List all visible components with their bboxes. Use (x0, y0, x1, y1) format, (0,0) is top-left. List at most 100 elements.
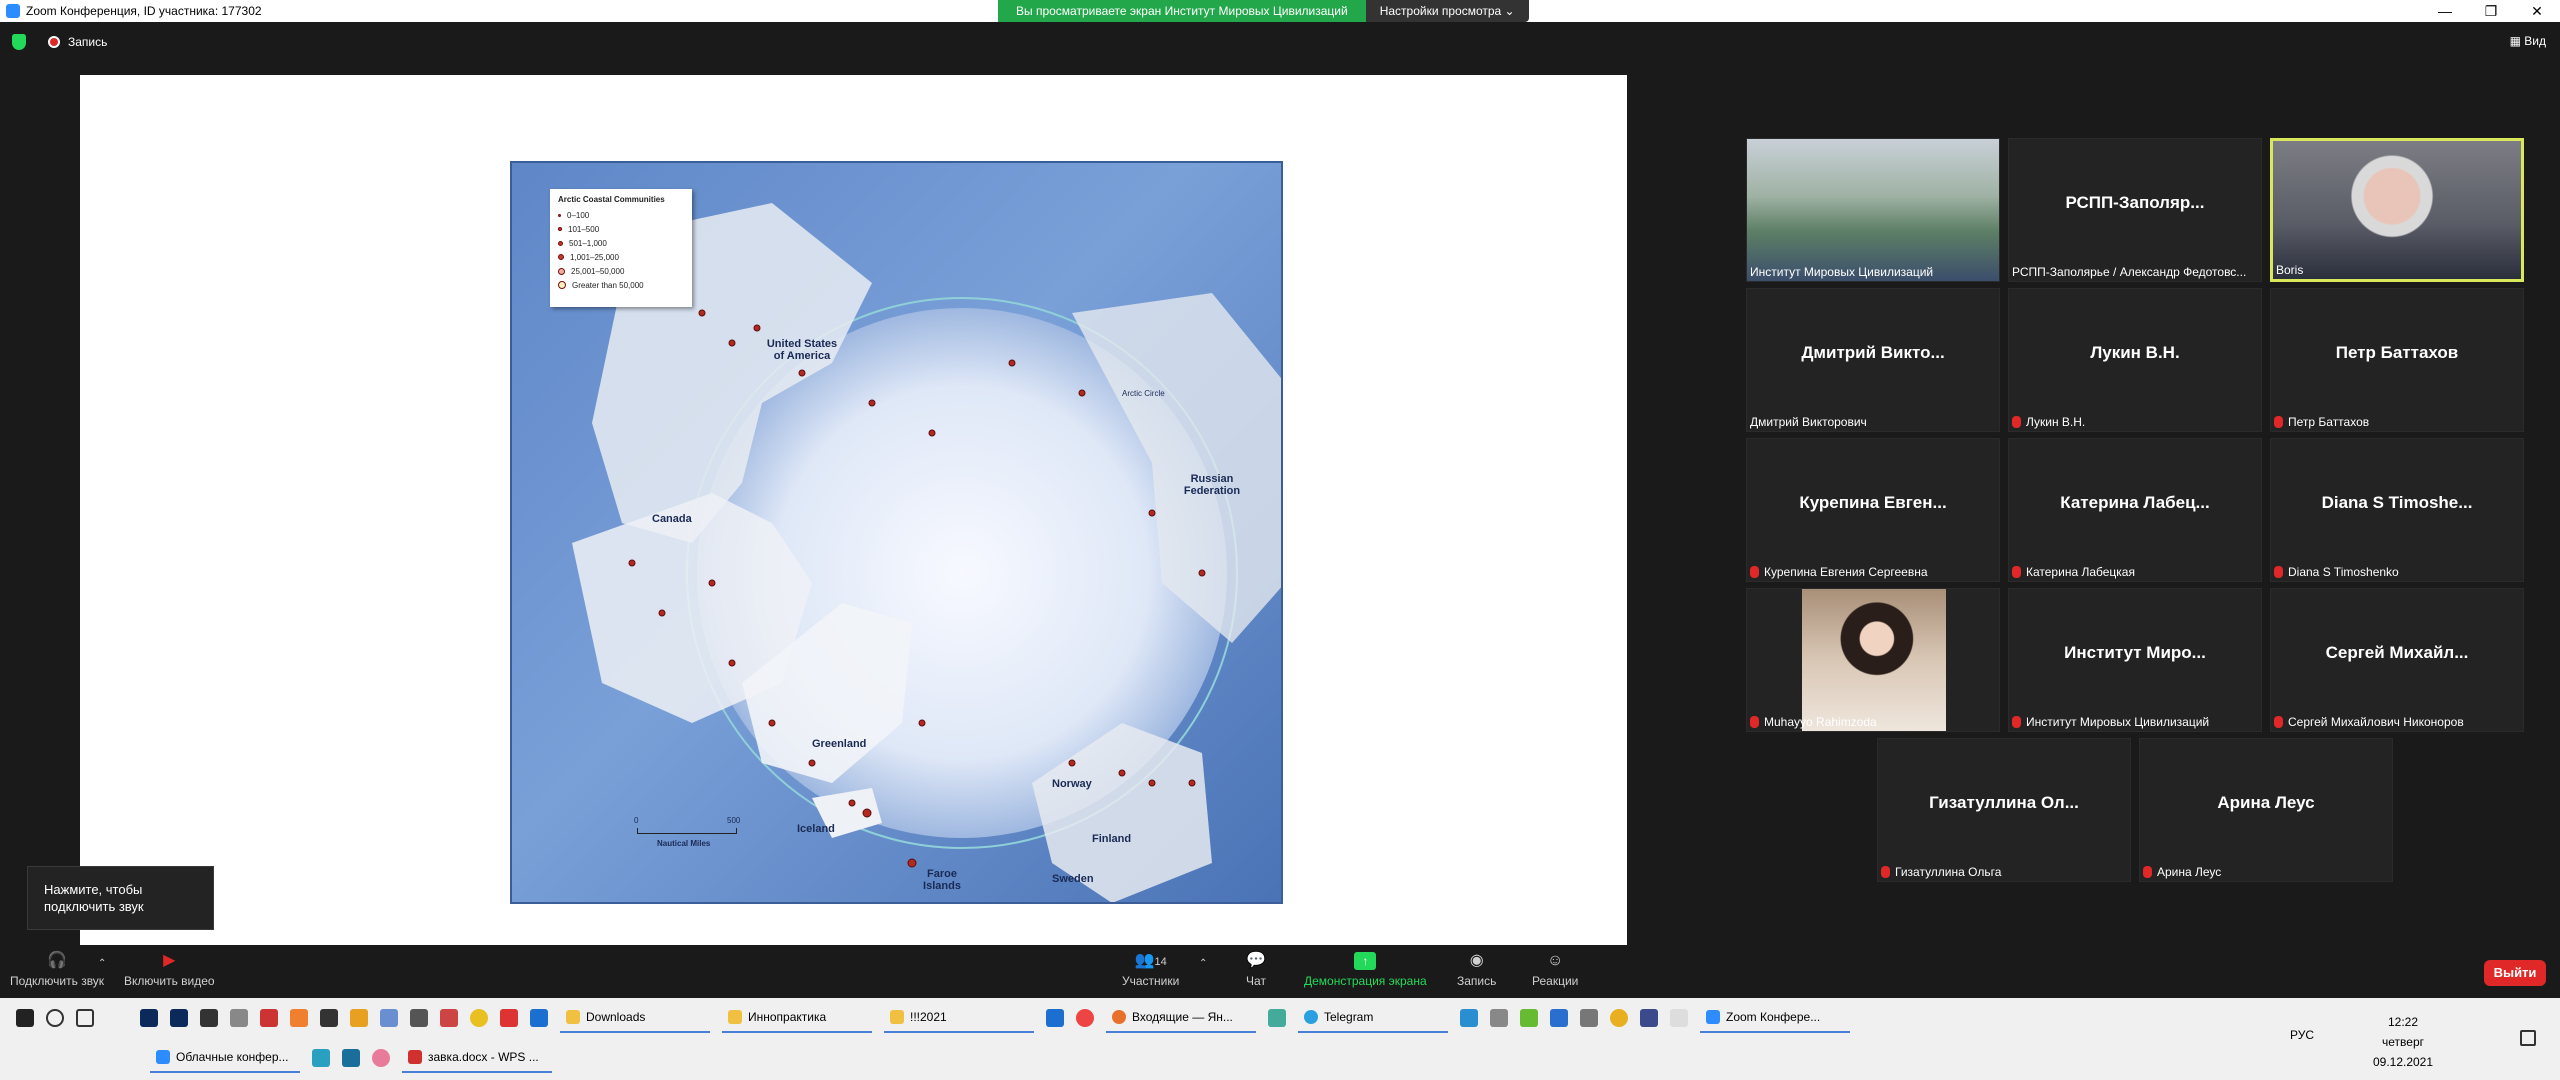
language-indicator[interactable]: РУС (2290, 1028, 2314, 1042)
record-button[interactable]: ◉ Запись (1457, 952, 1496, 988)
chat-icon: 💬 (1246, 952, 1266, 969)
photoshop-icon[interactable] (140, 1009, 158, 1027)
participants-caret[interactable]: ⌃ (1199, 958, 1207, 969)
participant-tile[interactable]: Сергей Михайл... Сергей Михайлович Никоно… (2270, 588, 2524, 732)
app-grid-icon[interactable] (342, 1049, 360, 1067)
participant-tile[interactable]: Институт Мировых Цивилизаций (1746, 138, 2000, 282)
meeting-top-bar: Запись ▦ Вид (0, 22, 2560, 62)
participant-display-name: Diana S Timoshe... (2321, 493, 2473, 512)
image-viewer-icon[interactable] (380, 1009, 398, 1027)
participant-tile[interactable]: Diana S Timoshe... Diana S Timoshenko (2270, 438, 2524, 582)
folder-icon (728, 1010, 742, 1024)
calendar-icon[interactable] (260, 1009, 278, 1027)
participant-tile[interactable]: Лукин В.Н. Лукин В.Н. (2008, 288, 2262, 432)
inkscape-icon[interactable] (200, 1009, 218, 1027)
chrome-icon[interactable] (1076, 1009, 1094, 1027)
task-view-icon[interactable] (76, 1009, 94, 1027)
share-screen-button[interactable]: ↑ Демонстрация экрана (1304, 952, 1427, 988)
start-video-button[interactable]: ▶ Включить видео (124, 952, 215, 988)
search-icon[interactable] (46, 1009, 64, 1027)
taskbar-app-wps-document[interactable]: завка.docx - WPS ... (402, 1043, 552, 1073)
winrar-icon[interactable] (440, 1009, 458, 1027)
arctic-map: Arctic Coastal Communities 0–100 101–500… (510, 161, 1283, 904)
map-label-norway: Norway (1052, 778, 1092, 790)
legend-label: 0–100 (567, 210, 590, 220)
participant-tile[interactable]: Петр Баттахов Петр Баттахов (2270, 288, 2524, 432)
taskbar-app-2021[interactable]: !!!2021 (884, 1003, 1034, 1033)
view-settings-button[interactable]: Настройки просмотра ⌄ (1365, 0, 1529, 22)
reactions-button[interactable]: ☺ Реакции (1532, 952, 1578, 988)
view-button[interactable]: ▦ Вид (2510, 34, 2546, 48)
minimize-button[interactable]: — (2422, 0, 2468, 22)
taskbar-app-downloads[interactable]: Downloads (560, 1003, 710, 1033)
cloud-icon[interactable] (1670, 1009, 1688, 1027)
muted-mic-icon (1750, 566, 1759, 578)
mail-icon[interactable] (530, 1009, 548, 1027)
windows-taskbar: Downloads Иннопрактика !!!2021 Входящие … (0, 998, 2560, 1080)
globe-app-icon[interactable] (1268, 1009, 1286, 1027)
app-pink-icon[interactable] (372, 1049, 390, 1067)
participant-tile[interactable]: Гизатуллина Ол... Гизатуллина Ольга (1877, 738, 2131, 882)
clock[interactable]: 12:22 четверг 09.12.2021 (2368, 1012, 2438, 1072)
recording-icon (48, 36, 60, 48)
notifications-icon[interactable] (2520, 1030, 2536, 1046)
participant-full-name: Diana S Timoshenko (2288, 565, 2399, 579)
participant-tile[interactable]: Дмитрий Викто... Дмитрий Викторович (1746, 288, 2000, 432)
pen-tool-icon[interactable] (320, 1009, 338, 1027)
recording-label: Запись (68, 35, 108, 49)
app-orange-icon[interactable] (290, 1009, 308, 1027)
participant-name-label: Гизатуллина Ольга (1881, 865, 2001, 879)
headphones-icon: 🎧 (47, 952, 67, 969)
legend-label: 25,001–50,000 (571, 266, 625, 276)
app-blue-icon[interactable] (1460, 1009, 1478, 1027)
app-gray-icon[interactable] (1490, 1009, 1508, 1027)
close-button[interactable]: ✕ (2514, 0, 2560, 22)
wps-writer-icon (408, 1050, 422, 1064)
participant-full-name: Институт Мировых Цивилизаций (1750, 265, 1934, 279)
participant-tile[interactable]: Курепина Евген... Курепина Евгения Сергее… (1746, 438, 2000, 582)
warning-app-icon[interactable] (470, 1009, 488, 1027)
muted-mic-icon (1750, 716, 1759, 728)
windows-start-icon[interactable] (16, 1009, 34, 1027)
taskbar-app-label: Downloads (586, 1010, 646, 1024)
app-yellow-icon[interactable] (1610, 1009, 1628, 1027)
taskbar-app-zoom[interactable]: Zoom Конфере... (1700, 1003, 1850, 1033)
maximize-button[interactable]: ❐ (2468, 0, 2514, 22)
taskbar-app-innopraktika[interactable]: Иннопрактика (722, 1003, 872, 1033)
participant-tile[interactable]: Boris (2270, 138, 2524, 282)
taskbar-app-firefox-inbox[interactable]: Входящие — Ян... (1106, 1003, 1256, 1033)
join-audio-button[interactable]: 🎧 Подключить звук (10, 952, 104, 988)
map-label-canada: Canada (652, 513, 692, 525)
system-tray: РУС 12:22 четверг 09.12.2021 (2230, 998, 2560, 1080)
app-green-icon[interactable] (1520, 1009, 1538, 1027)
participant-tile[interactable]: Арина Леус Арина Леус (2139, 738, 2393, 882)
map-label-faroe: Faroe Islands (923, 868, 961, 892)
tool-icon[interactable] (230, 1009, 248, 1027)
leave-meeting-button[interactable]: Выйти (2484, 960, 2546, 986)
audio-options-caret[interactable]: ⌃ (98, 958, 106, 969)
taskbar-app-telegram[interactable]: Telegram (1298, 1003, 1448, 1033)
app-g-icon[interactable] (350, 1009, 368, 1027)
participant-full-name: Арина Леус (2157, 865, 2222, 879)
legend-item: 25,001–50,000 (558, 264, 684, 278)
participant-tile[interactable]: Институт Миро... Институт Мировых Цивилиз… (2008, 588, 2262, 732)
taskbar-app-cloud-conference[interactable]: Облачные конфер... (150, 1043, 300, 1073)
security-shield-icon[interactable] (12, 34, 26, 50)
participant-tile[interactable]: Катерина Лабец... Катерина Лабецкая (2008, 438, 2262, 582)
participants-button[interactable]: 👥14 Участники (1122, 952, 1179, 988)
meeting-toolbar: 🎧 Подключить звук ⌃ ▶ Включить видео 👥14… (0, 948, 2560, 998)
phone-app-icon[interactable] (1046, 1009, 1064, 1027)
shield-app-icon[interactable] (1550, 1009, 1568, 1027)
participant-full-name: Курепина Евгения Сергеевна (1764, 565, 1928, 579)
muted-mic-icon (2274, 416, 2283, 428)
app-s-icon[interactable] (1640, 1009, 1658, 1027)
alien-icon[interactable] (410, 1009, 428, 1027)
taskbar-app-label: !!!2021 (910, 1010, 947, 1024)
app-cyan-icon[interactable] (312, 1049, 330, 1067)
usb-icon[interactable] (1580, 1009, 1598, 1027)
participant-tile[interactable]: РСПП-Заполяр... РСПП-Заполярье / Александ… (2008, 138, 2262, 282)
chat-button[interactable]: 💬 Чат (1245, 952, 1267, 988)
photoshop-2-icon[interactable] (170, 1009, 188, 1027)
participant-tile[interactable]: Muhayyo Rahimzoda (1746, 588, 2000, 732)
medical-app-icon[interactable] (500, 1009, 518, 1027)
